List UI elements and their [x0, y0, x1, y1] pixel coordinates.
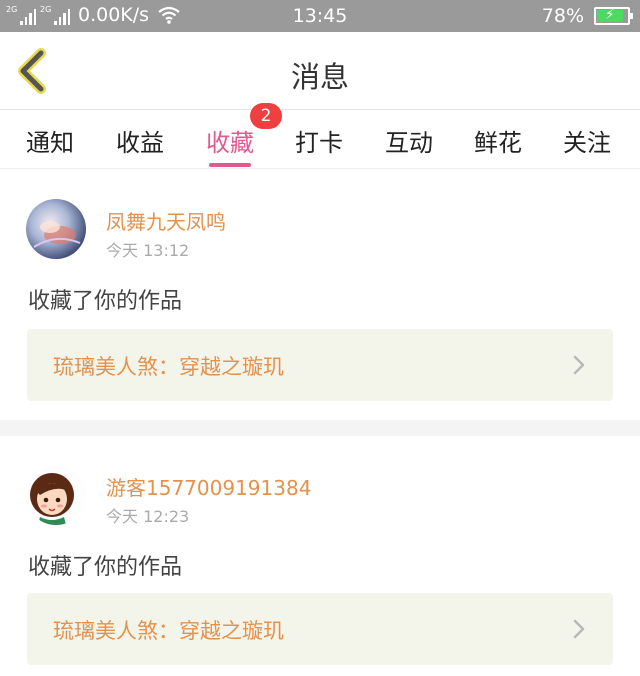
- work-title: 琉璃美人煞：穿越之璇玑: [53, 355, 284, 379]
- work-link[interactable]: 琉璃美人煞：穿越之璇玑: [27, 593, 613, 665]
- work-title: 琉璃美人煞：穿越之璇玑: [53, 619, 284, 643]
- message-time: 今天 12:23: [106, 507, 190, 526]
- message-card: 凤舞九天凤鸣 今天 13:12 收藏了你的作品 琉璃美人煞：穿越之璇玑: [0, 170, 640, 420]
- message-text: 收藏了你的作品: [28, 289, 183, 314]
- tab-follow[interactable]: 关注: [563, 123, 611, 158]
- battery-percent: 78%: [541, 5, 584, 27]
- tab-bar: 通知 收益 收藏 打卡 互动 鲜花 关注: [0, 111, 640, 169]
- tab-checkin[interactable]: 打卡: [295, 123, 343, 158]
- message-time: 今天 13:12: [106, 241, 190, 260]
- message-card: 游客1577009191384 今天 12:23 收藏了你的作品 琉璃美人煞：穿…: [0, 436, 640, 676]
- tab-favorites[interactable]: 收藏: [206, 123, 254, 167]
- avatar[interactable]: [26, 465, 86, 525]
- battery-icon: ⚡: [594, 7, 633, 25]
- unread-badge: 2: [250, 103, 282, 129]
- tab-favorites-label: 收藏: [206, 129, 254, 157]
- avatar-image: [26, 199, 86, 259]
- app-header: 消息: [0, 32, 640, 110]
- divider: [0, 420, 640, 436]
- avatar-image: [26, 465, 86, 525]
- work-link[interactable]: 琉璃美人煞：穿越之璇玑: [27, 329, 613, 401]
- status-right: 78% ⚡: [541, 5, 633, 27]
- tab-flowers[interactable]: 鲜花: [474, 123, 522, 158]
- chevron-right-icon: [573, 619, 585, 639]
- tab-interaction[interactable]: 互动: [385, 123, 433, 158]
- active-tab-indicator: [209, 163, 251, 167]
- message-text: 收藏了你的作品: [28, 555, 183, 580]
- page-title: 消息: [290, 60, 349, 94]
- username[interactable]: 凤舞九天凤鸣: [106, 206, 226, 235]
- avatar[interactable]: [26, 199, 86, 259]
- chevron-right-icon: [573, 355, 585, 375]
- status-bar: 2G 2G 0.00K/s 13:45 78% ⚡: [0, 0, 640, 32]
- username[interactable]: 游客1577009191384: [106, 472, 311, 501]
- tab-earnings[interactable]: 收益: [116, 123, 164, 158]
- tab-notice[interactable]: 通知: [26, 123, 74, 158]
